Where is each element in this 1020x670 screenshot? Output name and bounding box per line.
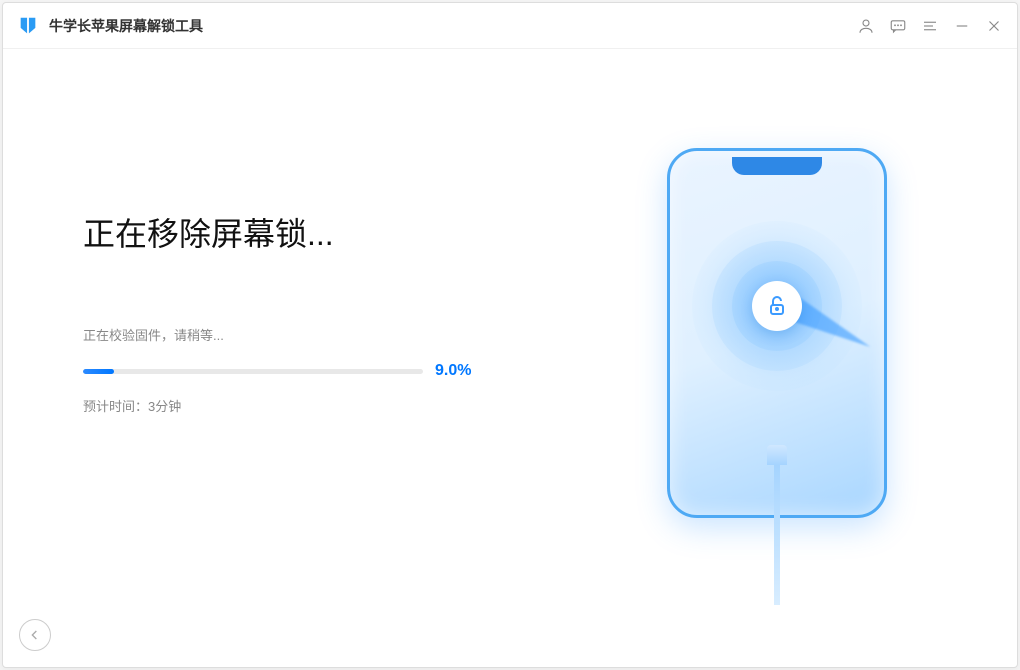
app-title: 牛学长苹果屏幕解锁工具 xyxy=(49,16,203,36)
app-logo-icon xyxy=(17,15,39,37)
progress-row: 9.0% xyxy=(83,362,577,380)
titlebar-controls xyxy=(857,17,1003,35)
estimated-time: 预计时间：3分钟 xyxy=(83,396,577,415)
menu-icon[interactable] xyxy=(921,17,939,35)
feedback-icon[interactable] xyxy=(889,17,907,35)
phone-frame xyxy=(667,148,887,518)
app-window: 牛学长苹果屏幕解锁工具 正在移除屏幕锁... 正在校验固件，请稍等... xyxy=(2,2,1018,668)
main-content: 正在移除屏幕锁... 正在校验固件，请稍等... 9.0% 预计时间：3分钟 xyxy=(3,49,1017,667)
progress-percent-label: 9.0% xyxy=(435,362,471,380)
phone-illustration xyxy=(627,128,907,608)
progress-bar xyxy=(83,369,423,374)
progress-fill xyxy=(83,369,114,374)
titlebar: 牛学长苹果屏幕解锁工具 xyxy=(3,3,1017,49)
progress-pane: 正在移除屏幕锁... 正在校验固件，请稍等... 9.0% 预计时间：3分钟 xyxy=(63,89,577,647)
cable-body xyxy=(774,465,780,605)
unlock-icon xyxy=(752,281,802,331)
illustration-pane xyxy=(577,89,957,647)
user-icon[interactable] xyxy=(857,17,875,35)
phone-cable xyxy=(767,445,787,605)
cable-connector xyxy=(767,445,787,465)
page-heading: 正在移除屏幕锁... xyxy=(83,209,577,255)
phone-notch xyxy=(732,157,822,175)
footer xyxy=(19,619,51,651)
back-button[interactable] xyxy=(19,619,51,651)
minimize-button[interactable] xyxy=(953,17,971,35)
status-text: 正在校验固件，请稍等... xyxy=(83,325,577,344)
close-button[interactable] xyxy=(985,17,1003,35)
